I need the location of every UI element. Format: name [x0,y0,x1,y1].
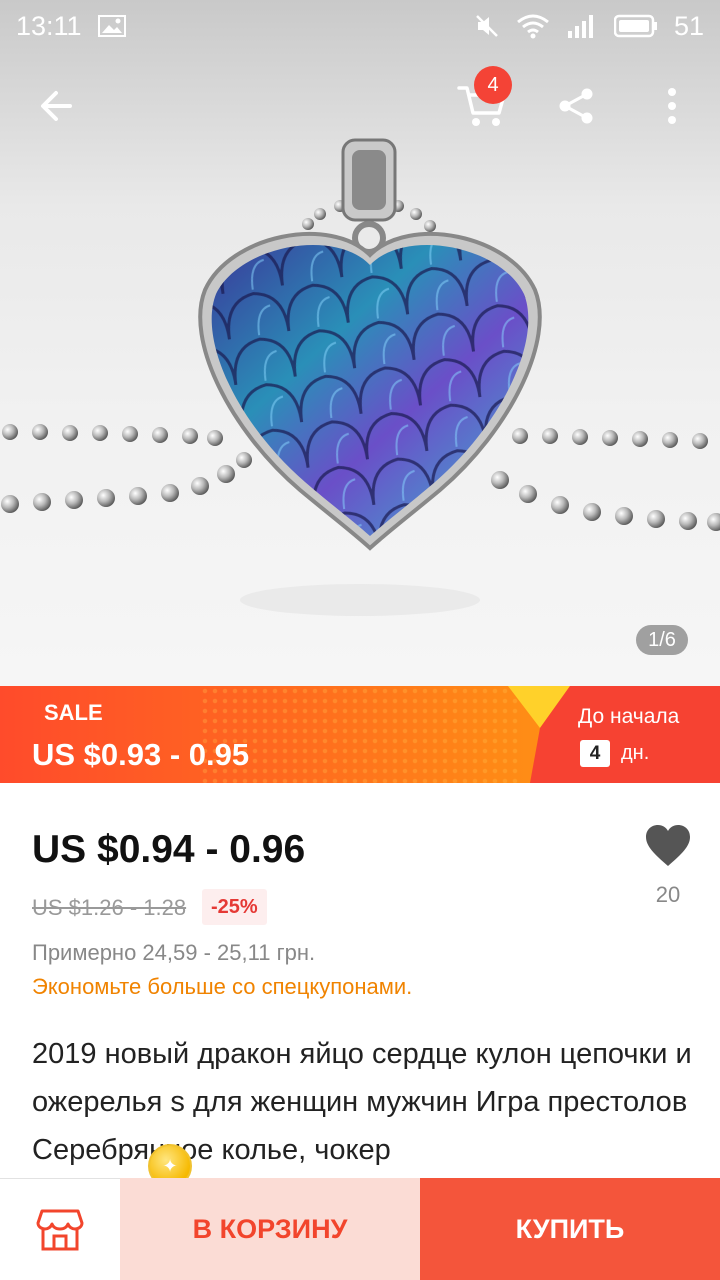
product-top-bar [0,70,720,142]
clock: 13:11 [16,10,82,41]
share-button[interactable] [540,70,612,142]
sale-countdown-label: До начала [578,705,680,728]
sale-countdown-unit: дн. [621,742,650,764]
battery-level: 51 [673,10,704,41]
signal-icon [566,13,598,39]
image-notification-icon [97,14,126,38]
approximate-price: Примерно 24,59 - 25,11 грн. [32,940,316,965]
discount-badge: -25% [202,889,267,925]
back-button[interactable] [20,70,92,142]
share-icon [559,88,593,124]
coupons-link[interactable]: Экономьте больше со спецкупонами. [32,974,412,1000]
arrow-left-icon [41,91,72,121]
original-price: US $1.26 - 1.28 [32,895,187,920]
sale-countdown-days: 4 [580,740,610,767]
more-vertical-icon [668,88,676,124]
buy-now-button[interactable]: КУПИТЬ [420,1178,720,1280]
store-icon [36,1209,84,1250]
more-options-button[interactable] [636,70,708,142]
sale-label: SALE [44,700,103,725]
wishlist-count: 20 [655,882,681,907]
add-to-cart-button[interactable]: В КОРЗИНУ [120,1178,420,1280]
gallery-pager: 1/6 [636,625,688,655]
sparkle-icon: ✦ [162,1155,178,1176]
wishlist-button[interactable] [644,824,692,873]
product-price: US $0.94 - 0.96 [32,828,306,871]
bottom-action-bar: В КОРЗИНУ КУПИТЬ [0,1178,720,1280]
battery-icon [613,13,658,39]
sale-price: US $0.93 - 0.95 [32,737,250,772]
cart-count-badge: 4 [474,66,512,104]
mute-icon [474,13,500,39]
product-title: 2019 новый дракон яйцо сердце кулон цепо… [32,1038,692,1166]
wifi-icon [516,13,550,39]
status-bar: 13:11 51 [0,0,720,52]
heart-icon [646,825,690,866]
store-button[interactable] [0,1178,120,1280]
